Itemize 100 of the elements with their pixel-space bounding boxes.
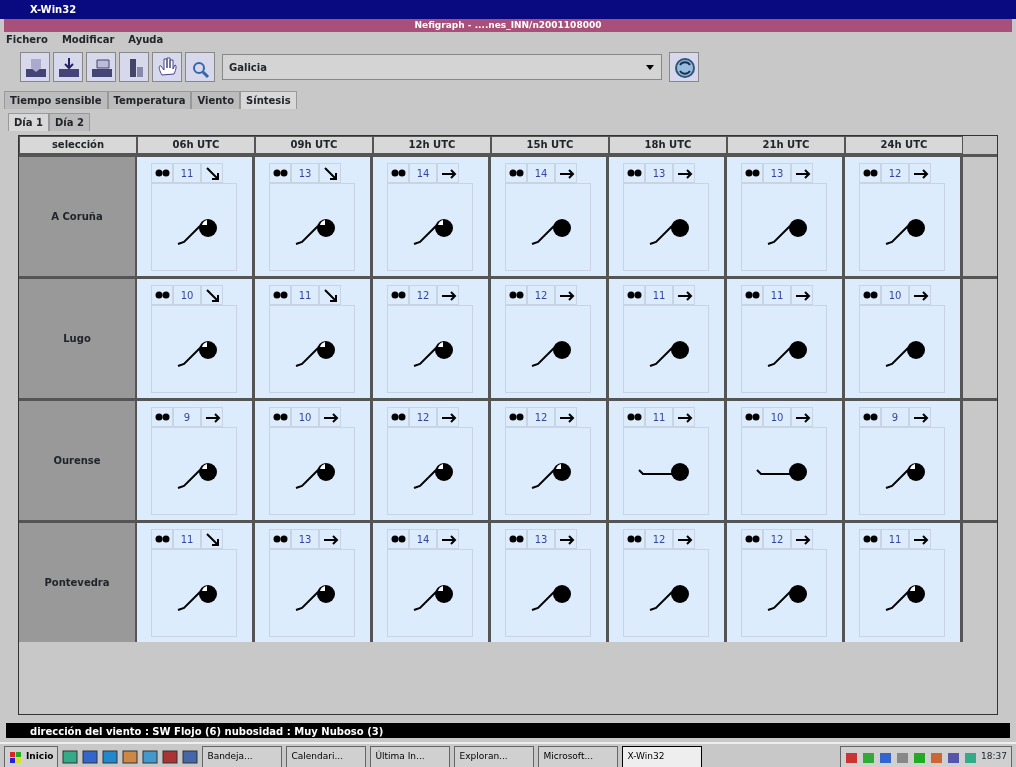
- temperature-value: 12: [527, 285, 555, 305]
- taskbar-button[interactable]: Bandeja...: [202, 746, 283, 767]
- temperature-value: 10: [173, 285, 201, 305]
- temperature-value: 10: [881, 285, 909, 305]
- temperature-value: 14: [409, 529, 437, 549]
- rain-dots-icon: [390, 412, 406, 422]
- temperature-value: 11: [881, 529, 909, 549]
- rain-dots-icon: [154, 290, 170, 300]
- column-header: 24h UTC: [845, 136, 963, 154]
- temperature-value: 10: [763, 407, 791, 427]
- column-header: 06h UTC: [137, 136, 255, 154]
- temperature-value: 11: [173, 163, 201, 183]
- rain-dots-icon: [508, 168, 524, 178]
- row-label: A Coruña: [19, 157, 137, 276]
- temperature-value: 9: [173, 407, 201, 427]
- rain-dots-icon: [154, 168, 170, 178]
- temperature-value: 12: [763, 529, 791, 549]
- rain-dots-icon: [744, 412, 760, 422]
- column-header: 18h UTC: [609, 136, 727, 154]
- row-label: Lugo: [19, 279, 137, 398]
- tray-button[interactable]: [53, 52, 83, 82]
- region-dropdown[interactable]: Galicia: [222, 54, 662, 80]
- temperature-value: 11: [291, 285, 319, 305]
- rain-dots-icon: [862, 534, 878, 544]
- row-label: Ourense: [19, 401, 137, 520]
- temperature-value: 13: [527, 529, 555, 549]
- menu-item[interactable]: Ayuda: [128, 32, 164, 47]
- temperature-value: 13: [645, 163, 673, 183]
- tray-icon: [964, 750, 978, 764]
- quick-launch-icon: [102, 749, 119, 765]
- system-tray: 18:37: [840, 746, 1012, 767]
- tray-button[interactable]: [20, 52, 50, 82]
- temperature-value: 10: [291, 407, 319, 427]
- taskbar-button[interactable]: Última In...: [370, 746, 451, 767]
- rain-dots-icon: [744, 290, 760, 300]
- start-button[interactable]: Inicio: [4, 746, 59, 767]
- temperature-value: 13: [763, 163, 791, 183]
- temperature-value: 9: [881, 407, 909, 427]
- temperature-value: 12: [409, 285, 437, 305]
- rain-dots-icon: [272, 534, 288, 544]
- rain-dots-icon: [508, 412, 524, 422]
- column-header: 09h UTC: [255, 136, 373, 154]
- column-header: 21h UTC: [727, 136, 845, 154]
- taskbar-button[interactable]: Calendari...: [286, 746, 367, 767]
- status-bar: dirección del viento : SW Flojo (6) nubosidad : Muy Nuboso (3): [6, 723, 1010, 738]
- rain-dots-icon: [154, 534, 170, 544]
- rain-dots-icon: [272, 412, 288, 422]
- rain-dots-icon: [154, 412, 170, 422]
- temperature-value: 11: [763, 285, 791, 305]
- quick-launch-icon: [162, 749, 179, 765]
- tray-icon: [879, 750, 893, 764]
- rain-dots-icon: [390, 534, 406, 544]
- row-label: Pontevedra: [19, 523, 137, 642]
- tab[interactable]: Viento: [191, 91, 240, 109]
- tray-icon: [845, 750, 859, 764]
- tray-icon: [896, 750, 910, 764]
- rain-dots-icon: [744, 168, 760, 178]
- tab[interactable]: Tiempo sensible: [4, 91, 108, 109]
- tray-button[interactable]: [86, 52, 116, 82]
- temperature-value: 12: [527, 407, 555, 427]
- tray-icon: [913, 750, 927, 764]
- column-header: 15h UTC: [491, 136, 609, 154]
- column-header: 12h UTC: [373, 136, 491, 154]
- tray-icon: [930, 750, 944, 764]
- rain-dots-icon: [390, 168, 406, 178]
- rain-dots-icon: [626, 168, 642, 178]
- rain-dots-icon: [862, 290, 878, 300]
- temperature-value: 12: [645, 529, 673, 549]
- day-tab[interactable]: Día 2: [48, 113, 90, 131]
- rain-dots-icon: [508, 534, 524, 544]
- hand-button[interactable]: [152, 52, 182, 82]
- tab[interactable]: Temperatura: [107, 91, 192, 109]
- taskbar-button[interactable]: X-Win32: [622, 746, 703, 767]
- window-title: X-Win32: [30, 4, 77, 15]
- taskbar-button[interactable]: Exploran...: [454, 746, 535, 767]
- rain-dots-icon: [390, 290, 406, 300]
- rain-dots-icon: [626, 290, 642, 300]
- temperature-value: 14: [409, 163, 437, 183]
- rain-dots-icon: [626, 534, 642, 544]
- rain-dots-icon: [508, 290, 524, 300]
- chart-button[interactable]: [119, 52, 149, 82]
- refresh-button[interactable]: [669, 52, 699, 82]
- temperature-value: 12: [881, 163, 909, 183]
- quick-launch-icon: [62, 749, 79, 765]
- rain-dots-icon: [744, 534, 760, 544]
- quick-launch-icon: [182, 749, 199, 765]
- day-tab[interactable]: Día 1: [8, 113, 49, 131]
- tab[interactable]: Síntesis: [240, 91, 297, 109]
- rain-dots-icon: [862, 168, 878, 178]
- magnifier-button[interactable]: [185, 52, 215, 82]
- temperature-value: 13: [291, 529, 319, 549]
- rain-dots-icon: [862, 412, 878, 422]
- temperature-value: 13: [291, 163, 319, 183]
- menu-item[interactable]: Fichero: [6, 32, 48, 47]
- dropdown-arrow-icon: [645, 63, 655, 71]
- quick-launch-icon: [142, 749, 159, 765]
- temperature-value: 12: [409, 407, 437, 427]
- taskbar-button[interactable]: Microsoft...: [538, 746, 619, 767]
- menu-item[interactable]: Modificar: [61, 32, 115, 47]
- rain-dots-icon: [272, 168, 288, 178]
